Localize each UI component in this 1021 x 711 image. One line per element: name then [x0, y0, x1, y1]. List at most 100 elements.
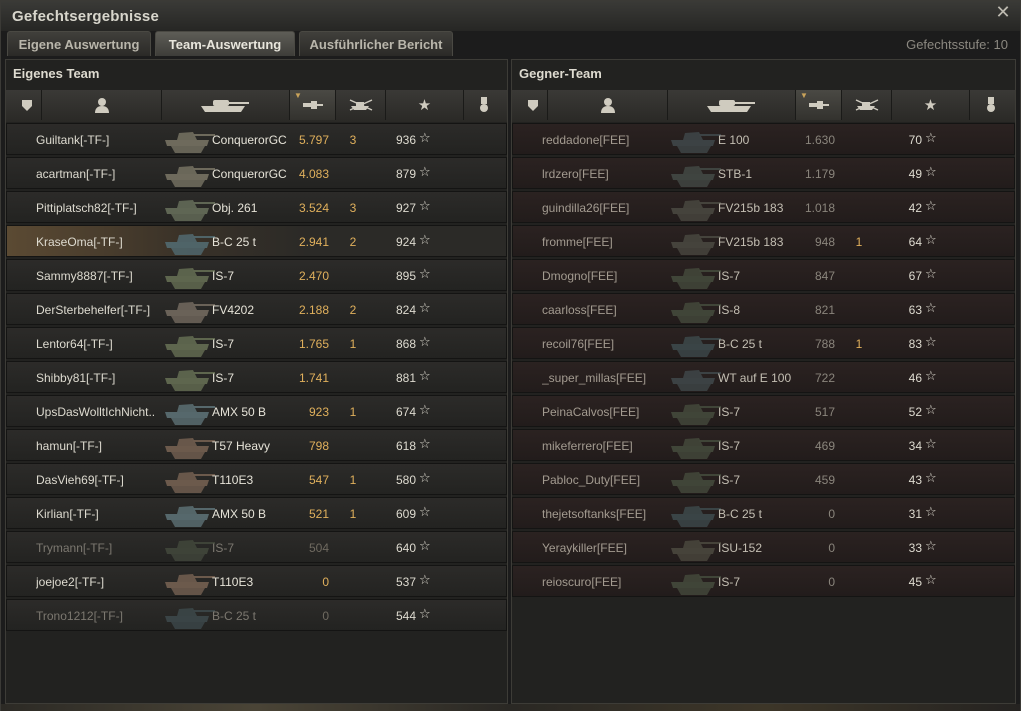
player-row[interactable]: joejoe2[-TF-] T110E3 0 537 ☆: [6, 565, 507, 597]
player-row[interactable]: Lentor64[-TF-] IS-7 1.765 1 868 ☆: [6, 327, 507, 359]
tank-name: FV215b 183: [718, 235, 784, 249]
player-name: Kirlian[-TF-]: [36, 507, 99, 521]
column-kills[interactable]: [842, 90, 892, 120]
player-row[interactable]: caarloss[FEE] IS-8 821 63 ☆: [512, 293, 1015, 325]
column-xp[interactable]: ★: [892, 90, 970, 120]
kills-value: 1: [349, 473, 357, 487]
player-name: Dmogno[FEE]: [542, 269, 618, 283]
player-row[interactable]: acartman[-TF-] ConquerorGC 4.083 879 ☆: [6, 157, 507, 189]
damage-value: 1.741: [298, 371, 329, 385]
player-row[interactable]: _super_millas[FEE] WT auf E 100 722 46 ☆: [512, 361, 1015, 393]
player-row[interactable]: DerSterbehelfer[-TF-] FV4202 2.188 2 824 ☆: [6, 293, 507, 325]
player-row[interactable]: Pittiplatsch82[-TF-] Obj. 261 3.524 3 927 ☆: [6, 191, 507, 223]
xp-value: 537: [395, 575, 416, 589]
xp-value: 63: [908, 303, 922, 317]
tab-detailed-report[interactable]: Ausführlicher Bericht: [299, 31, 453, 56]
column-medals[interactable]: [970, 90, 1012, 120]
player-row[interactable]: hamun[-TF-] T57 Heavy 798 618 ☆: [6, 429, 507, 461]
tank-name: IS-7: [718, 473, 741, 487]
kills-value: 1: [349, 507, 357, 521]
column-squad[interactable]: [12, 90, 42, 120]
tank-name: IS-7: [212, 371, 235, 385]
tank-silhouette-icon: [671, 336, 721, 357]
player-row[interactable]: Shibby81[-TF-] IS-7 1.741 881 ☆: [6, 361, 507, 393]
damage-value: 788: [814, 337, 835, 351]
player-row[interactable]: lrdzero[FEE] STB-1 1.179 49 ☆: [512, 157, 1015, 189]
player-row[interactable]: Guiltank[-TF-] ConquerorGC 5.797 3 936 ☆: [6, 123, 507, 155]
player-row[interactable]: Yeraykiller[FEE] ISU-152 0 33 ☆: [512, 531, 1015, 563]
tank-silhouette-icon: [671, 302, 721, 323]
player-row[interactable]: thejetsoftanks[FEE] B-C 25 t 0 31 ☆: [512, 497, 1015, 529]
tank-silhouette-icon: [165, 132, 215, 153]
xp-value: 70: [908, 133, 922, 147]
tank-silhouette-icon: [165, 234, 215, 255]
tank-icon: [706, 100, 755, 112]
player-name: Pabloc_Duty[FEE]: [542, 473, 641, 487]
xp-star-icon: ☆: [925, 301, 937, 316]
xp-star-icon: ☆: [925, 165, 937, 180]
player-row[interactable]: Sammy8887[-TF-] IS-7 2.470 895 ☆: [6, 259, 507, 291]
player-name: joejoe2[-TF-]: [36, 575, 105, 589]
player-row[interactable]: DasVieh69[-TF-] T110E3 547 1 580 ☆: [6, 463, 507, 495]
column-player[interactable]: [548, 90, 668, 120]
player-row[interactable]: Dmogno[FEE] IS-7 847 67 ☆: [512, 259, 1015, 291]
column-damage[interactable]: ▼: [796, 90, 842, 120]
kills-value: 3: [349, 201, 357, 215]
tank-name: IS-7: [212, 269, 235, 283]
tank-name: B-C 25 t: [718, 507, 763, 521]
player-row[interactable]: fromme[FEE] FV215b 183 948 1 64 ☆: [512, 225, 1015, 257]
column-tank[interactable]: [668, 90, 796, 120]
column-xp[interactable]: ★: [386, 90, 464, 120]
xp-value: 544: [395, 609, 416, 623]
player-row[interactable]: reddadone[FEE] E 100 1.630 70 ☆: [512, 123, 1015, 155]
kills-value: 1: [349, 337, 357, 351]
player-row[interactable]: reioscuro[FEE] IS-7 0 45 ☆: [512, 565, 1015, 597]
column-kills[interactable]: [336, 90, 386, 120]
xp-star-icon: ☆: [419, 607, 431, 622]
medal-icon: [987, 97, 995, 112]
tank-silhouette-icon: [165, 472, 215, 493]
tab-team-results[interactable]: Team-Auswertung: [155, 31, 295, 56]
player-row[interactable]: guindilla26[FEE] FV215b 183 1.018 42 ☆: [512, 191, 1015, 223]
player-row[interactable]: PeinaCalvos[FEE] IS-7 517 52 ☆: [512, 395, 1015, 427]
column-squad[interactable]: [518, 90, 548, 120]
tank-name: IS-7: [718, 405, 741, 419]
player-row[interactable]: UpsDasWolltIchNicht... AMX 50 B 923 1 674 ☆: [6, 395, 507, 427]
xp-star-icon: ☆: [419, 573, 431, 588]
xp-star-icon: ☆: [419, 267, 431, 282]
xp-star-icon: ☆: [925, 369, 937, 384]
kills-icon: [855, 99, 878, 111]
player-name: UpsDasWolltIchNicht...: [36, 405, 156, 419]
player-row[interactable]: KraseOma[-TF-] B-C 25 t 2.941 2 924 ☆: [6, 225, 507, 257]
column-damage[interactable]: ▼: [290, 90, 336, 120]
tank-name: Obj. 261: [212, 201, 258, 215]
damage-value: 948: [814, 235, 835, 249]
battle-results-window: Gefechtsergebnisse ✕ Eigene Auswertung T…: [0, 0, 1021, 711]
tank-name: T57 Heavy: [212, 439, 271, 453]
title-bar[interactable]: Gefechtsergebnisse ✕: [1, 1, 1020, 31]
xp-value: 43: [908, 473, 922, 487]
column-player[interactable]: [42, 90, 162, 120]
tank-silhouette-icon: [671, 370, 721, 391]
xp-value: 52: [908, 405, 922, 419]
damage-value: 1.765: [298, 337, 329, 351]
tank-name: WT auf E 100: [718, 371, 792, 385]
xp-star-icon: ☆: [925, 437, 937, 452]
player-row[interactable]: Trymann[-TF-] IS-7 504 640 ☆: [6, 531, 507, 563]
damage-value: 4.083: [298, 167, 329, 181]
xp-value: 33: [908, 541, 922, 555]
close-icon[interactable]: ✕: [994, 4, 1012, 22]
column-medals[interactable]: [464, 90, 504, 120]
xp-star-icon: ☆: [925, 539, 937, 554]
tank-silhouette-icon: [671, 540, 721, 561]
tab-own-results[interactable]: Eigene Auswertung: [7, 31, 151, 56]
player-row[interactable]: recoil76[FEE] B-C 25 t 788 1 83 ☆: [512, 327, 1015, 359]
tank-name: IS-7: [718, 439, 741, 453]
kills-value: 1: [855, 235, 863, 249]
damage-value: 459: [814, 473, 835, 487]
player-row[interactable]: Pabloc_Duty[FEE] IS-7 459 43 ☆: [512, 463, 1015, 495]
player-row[interactable]: Trono1212[-TF-] B-C 25 t 0 544 ☆: [6, 599, 507, 631]
player-row[interactable]: mikeferrero[FEE] IS-7 469 34 ☆: [512, 429, 1015, 461]
column-tank[interactable]: [162, 90, 290, 120]
player-row[interactable]: Kirlian[-TF-] AMX 50 B 521 1 609 ☆: [6, 497, 507, 529]
